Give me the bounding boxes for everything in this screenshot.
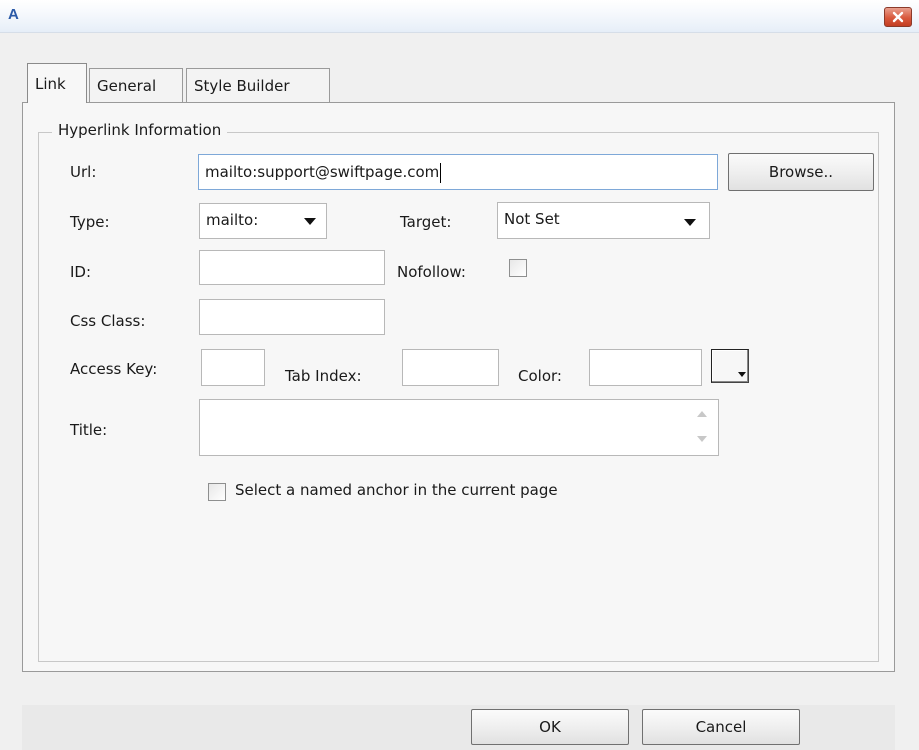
tab-general-label: General: [97, 77, 157, 95]
scroll-down-icon[interactable]: [697, 436, 707, 442]
chevron-down-icon: [304, 218, 316, 225]
tab-link-label: Link: [35, 75, 66, 93]
title-textarea[interactable]: [199, 399, 719, 456]
css-class-input[interactable]: [199, 299, 385, 335]
nofollow-label: Nofollow:: [397, 263, 466, 281]
id-input[interactable]: [199, 250, 385, 285]
color-label: Color:: [518, 367, 562, 385]
cancel-button[interactable]: Cancel: [642, 709, 800, 745]
app-icon: A: [8, 6, 19, 23]
tab-general[interactable]: General: [89, 68, 183, 102]
close-button[interactable]: [884, 7, 912, 27]
color-input[interactable]: [589, 349, 702, 386]
url-input[interactable]: mailto:support@swiftpage.com: [198, 154, 718, 190]
hyperlink-group: [38, 132, 879, 662]
anchor-checkbox[interactable]: [208, 483, 226, 501]
access-key-label: Access Key:: [70, 360, 158, 378]
target-value: Not Set: [504, 210, 560, 228]
group-legend: Hyperlink Information: [52, 121, 228, 139]
url-label: Url:: [70, 163, 97, 181]
css-class-label: Css Class:: [70, 312, 146, 330]
tab-style-builder-label: Style Builder: [194, 77, 290, 95]
nofollow-checkbox[interactable]: [509, 259, 527, 277]
ok-button[interactable]: OK: [471, 709, 629, 745]
tab-index-label: Tab Index:: [285, 367, 362, 385]
tab-index-input[interactable]: [402, 349, 499, 386]
chevron-down-icon: [684, 219, 696, 226]
anchor-label[interactable]: Select a named anchor in the current pag…: [235, 481, 558, 499]
color-picker-button[interactable]: [711, 349, 749, 383]
title-bar: [0, 0, 919, 33]
color-picker-icon: [738, 372, 746, 377]
id-label: ID:: [70, 263, 92, 281]
tab-link[interactable]: Link: [27, 63, 87, 103]
target-label: Target:: [400, 213, 452, 231]
close-icon: [892, 11, 904, 23]
title-label: Title:: [70, 421, 108, 439]
url-value: mailto:support@swiftpage.com: [205, 163, 440, 181]
access-key-input[interactable]: [201, 349, 265, 386]
type-label: Type:: [70, 213, 110, 231]
browse-button[interactable]: Browse..: [728, 153, 874, 191]
type-value: mailto:: [206, 211, 259, 229]
target-select[interactable]: Not Set: [497, 202, 710, 239]
tab-style-builder[interactable]: Style Builder: [186, 68, 330, 102]
text-caret: [440, 162, 442, 183]
scroll-up-icon[interactable]: [697, 411, 707, 417]
type-select[interactable]: mailto:: [199, 203, 327, 239]
